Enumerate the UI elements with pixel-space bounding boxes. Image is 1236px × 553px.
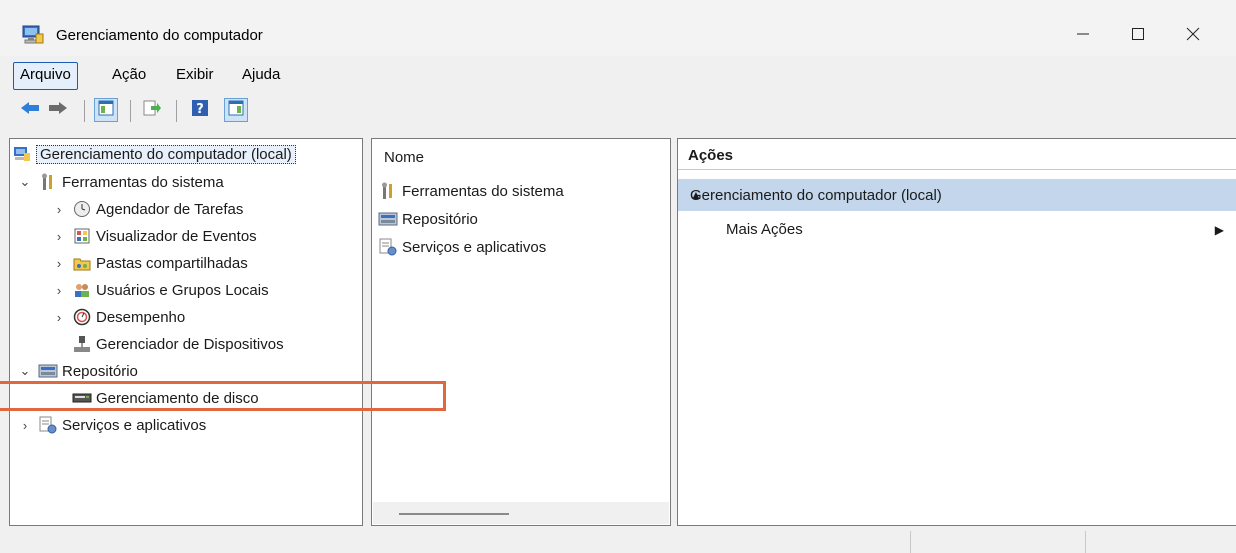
list-item[interactable]: Serviços e aplicativos: [378, 238, 546, 256]
actions-pane: Ações Gerenciamento do computador (local…: [677, 138, 1236, 526]
tree-item-label: Agendador de Tarefas: [96, 200, 244, 218]
forward-arrow-icon: [48, 100, 68, 120]
toolbar: ?: [0, 96, 1236, 126]
chevron-right-icon[interactable]: ›: [52, 202, 66, 217]
shared-folder-icon: [72, 254, 92, 272]
performance-gauge-icon: [72, 308, 92, 326]
chevron-right-icon[interactable]: ›: [52, 310, 66, 325]
actions-title: Ações: [688, 147, 734, 164]
toolbar-separator: [176, 100, 177, 122]
tree-item-label: Gerenciador de Dispositivos: [96, 335, 284, 353]
minimize-icon: [1076, 27, 1090, 45]
results-pane: Nome Ferramentas do sistema Repositório …: [371, 138, 671, 526]
window-title: Gerenciamento do computador: [56, 27, 263, 44]
tree-item-label: Ferramentas do sistema: [62, 173, 224, 191]
tree-item-label: Visualizador de Eventos: [96, 227, 257, 245]
chevron-right-icon[interactable]: ›: [52, 283, 66, 298]
computer-management-icon: [12, 145, 32, 163]
list-item[interactable]: Ferramentas do sistema: [378, 182, 564, 200]
tree-item-system-tools[interactable]: ⌄ Ferramentas do sistema: [18, 169, 224, 195]
console-tree-pane: Gerenciamento do computador (local) ⌄ Fe…: [9, 138, 363, 526]
tools-icon: [378, 182, 398, 200]
list-item-label: Repositório: [402, 210, 478, 228]
collapse-triangle-icon[interactable]: ▲: [690, 188, 1224, 202]
list-item-label: Serviços e aplicativos: [402, 238, 547, 256]
tree-item-label: Usuários e Grupos Locais: [96, 281, 269, 299]
submenu-arrow-icon[interactable]: ▶: [1215, 223, 1224, 237]
chevron-right-icon[interactable]: ›: [52, 256, 66, 271]
status-divider: [910, 531, 911, 553]
menu-exibir[interactable]: Exibir: [170, 62, 220, 88]
more-actions-item[interactable]: Mais Ações: [726, 221, 803, 238]
back-button[interactable]: [18, 98, 42, 122]
show-hide-console-tree-button[interactable]: [94, 98, 118, 122]
tree-item-performance[interactable]: › Desempenho: [52, 304, 185, 330]
clock-icon: [72, 200, 92, 218]
menu-arquivo[interactable]: Arquivo: [13, 62, 78, 90]
list-item[interactable]: Repositório: [378, 210, 478, 228]
chevron-down-icon[interactable]: ⌄: [18, 363, 32, 379]
tree-item-device-manager[interactable]: Gerenciador de Dispositivos: [72, 331, 284, 357]
tree-item-root[interactable]: Gerenciamento do computador (local): [12, 141, 296, 167]
tree-item-label: Serviços e aplicativos: [62, 416, 207, 434]
services-icon: [378, 238, 398, 256]
list-item-label: Ferramentas do sistema: [402, 182, 564, 200]
chevron-right-icon[interactable]: ›: [52, 229, 66, 244]
menu-acao[interactable]: Ação: [106, 62, 152, 88]
storage-icon: [38, 362, 58, 380]
highlight-annotation-box: [0, 381, 446, 411]
device-manager-icon: [72, 335, 92, 353]
maximize-icon: [1131, 27, 1145, 45]
tree-item-label: Desempenho: [96, 308, 186, 326]
help-icon: ?: [191, 99, 209, 121]
show-hide-action-pane-button[interactable]: [224, 98, 248, 122]
show-hide-console-tree-icon: [98, 100, 114, 120]
tree-item-shared-folders[interactable]: › Pastas compartilhadas: [52, 250, 248, 276]
title-bar: Gerenciamento do computador: [0, 0, 1236, 56]
export-list-button[interactable]: [140, 98, 164, 122]
tree-item-task-scheduler[interactable]: › Agendador de Tarefas: [52, 196, 244, 222]
toolbar-separator: [130, 100, 131, 122]
status-bar: [0, 527, 1236, 553]
tree-item-event-viewer[interactable]: › Visualizador de Eventos: [52, 223, 257, 249]
export-list-icon: [143, 99, 161, 121]
tree-item-label: Repositório: [62, 362, 138, 380]
forward-button[interactable]: [46, 98, 70, 122]
maximize-button[interactable]: [1115, 20, 1161, 52]
close-icon: [1186, 27, 1200, 45]
chevron-right-icon[interactable]: ›: [18, 418, 32, 433]
close-button[interactable]: [1170, 20, 1216, 52]
minimize-button[interactable]: [1060, 20, 1106, 52]
toolbar-separator: [84, 100, 85, 122]
tree-item-label: Pastas compartilhadas: [96, 254, 248, 272]
svg-text:?: ?: [196, 102, 204, 117]
horizontal-scrollbar[interactable]: [373, 502, 669, 524]
tree-item-local-users[interactable]: › Usuários e Grupos Locais: [52, 277, 269, 303]
tree-item-label: Gerenciamento do computador (local): [36, 144, 296, 164]
users-group-icon: [72, 281, 92, 299]
storage-icon: [378, 210, 398, 228]
computer-management-icon: [22, 25, 44, 45]
menu-ajuda[interactable]: Ajuda: [236, 62, 286, 88]
menu-bar: Arquivo Ação Exibir Ajuda: [0, 62, 1236, 90]
event-viewer-icon: [72, 227, 92, 245]
chevron-down-icon[interactable]: ⌄: [18, 174, 32, 190]
back-arrow-icon: [20, 100, 40, 120]
actions-header: Ações: [678, 139, 1236, 170]
status-divider: [1085, 531, 1086, 553]
show-hide-action-pane-icon: [228, 100, 244, 120]
tree-item-services-apps[interactable]: › Serviços e aplicativos: [18, 412, 206, 438]
tools-icon: [38, 173, 58, 191]
column-header-name[interactable]: Nome: [384, 149, 424, 166]
more-actions-label: Mais Ações: [726, 221, 803, 238]
services-icon: [38, 416, 58, 434]
help-button[interactable]: ?: [188, 98, 212, 122]
scrollbar-thumb[interactable]: [399, 513, 509, 515]
actions-group-header[interactable]: Gerenciamento do computador (local) ▲: [678, 179, 1236, 211]
